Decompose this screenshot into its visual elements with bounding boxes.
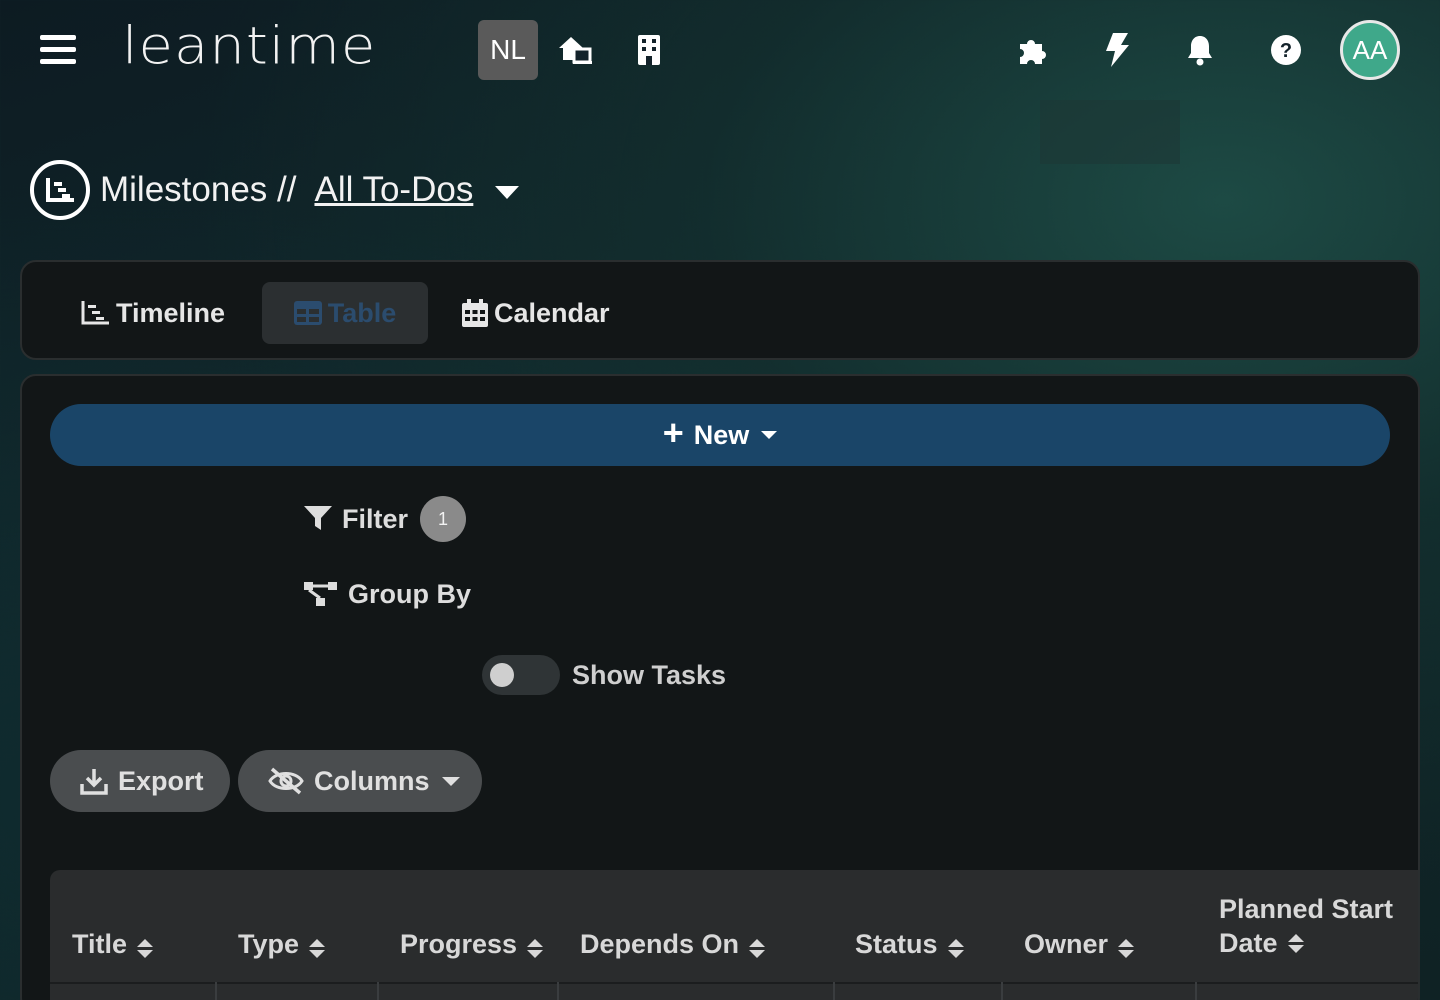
show-tasks-label: Show Tasks: [572, 659, 727, 690]
breadcrumb-current-view[interactable]: All To-Dos: [314, 170, 473, 210]
tab-calendar[interactable]: Calendar: [462, 282, 632, 344]
column-label: Owner: [1024, 929, 1109, 959]
column-divider: [557, 982, 559, 1000]
export-label: Export: [118, 765, 204, 796]
calendar-icon: [462, 299, 488, 327]
svg-text:?: ?: [1280, 40, 1292, 62]
column-divider: [833, 982, 835, 1000]
group-by-button[interactable]: Group By: [304, 576, 471, 612]
group-by-label: Group By: [348, 578, 472, 609]
milestones-panel: + New Filter 1 Group By Show Tasks Expor…: [20, 374, 1420, 1000]
timeline-icon: [81, 301, 109, 325]
bell-icon[interactable]: [1182, 32, 1218, 68]
column-label: Type: [238, 929, 300, 959]
top-header: leantime NL ? AA: [0, 0, 1440, 100]
column-header-title[interactable]: Title: [72, 870, 154, 982]
show-tasks-row: Show Tasks: [482, 654, 726, 696]
new-button-label: New: [693, 419, 750, 450]
sort-icon: [947, 939, 964, 958]
column-label: Progress: [400, 929, 518, 959]
tab-timeline[interactable]: Timeline: [80, 282, 240, 344]
filter-icon: [304, 506, 332, 530]
column-divider: [215, 982, 217, 1000]
column-label: Planned Start Date: [1219, 894, 1394, 958]
column-label: Depends On: [580, 929, 740, 959]
building-icon[interactable]: [631, 32, 667, 68]
tab-table[interactable]: Table: [262, 282, 428, 344]
tab-label: Table: [327, 297, 397, 328]
sort-icon: [309, 939, 326, 958]
app-logo[interactable]: leantime: [122, 17, 376, 77]
milestones-table: Title Type Progress Depends On Status Ow…: [50, 870, 1418, 1000]
tab-label: Timeline: [116, 297, 226, 328]
chevron-down-icon: [441, 776, 460, 786]
column-divider: [1001, 982, 1003, 1000]
new-button[interactable]: + New: [50, 404, 1390, 466]
column-header-status[interactable]: Status: [855, 870, 964, 982]
column-label: Status: [855, 929, 938, 959]
sort-icon: [527, 939, 544, 958]
bolt-icon[interactable]: [1099, 32, 1135, 68]
user-avatar[interactable]: AA: [1340, 20, 1400, 80]
column-divider: [1195, 982, 1197, 1000]
plus-icon: +: [662, 412, 684, 453]
breadcrumb: Milestones // All To-Dos: [30, 160, 520, 220]
export-button[interactable]: Export: [50, 750, 230, 812]
puzzle-icon[interactable]: [1014, 32, 1050, 68]
filter-label: Filter: [342, 503, 409, 534]
columns-label: Columns: [314, 765, 430, 796]
menu-icon[interactable]: [40, 35, 76, 65]
sort-icon: [749, 939, 766, 958]
sort-icon: [137, 939, 154, 958]
column-header-progress[interactable]: Progress: [400, 870, 544, 982]
columns-button[interactable]: Columns: [238, 750, 482, 812]
show-tasks-toggle[interactable]: [482, 655, 560, 695]
column-divider: [377, 982, 379, 1000]
breadcrumb-section: Milestones //: [100, 170, 297, 209]
filter-button[interactable]: Filter 1: [304, 496, 467, 542]
column-header-owner[interactable]: Owner: [1024, 870, 1135, 982]
column-label: Title: [72, 929, 128, 959]
tab-label: Calendar: [494, 297, 610, 328]
column-header-depends-on[interactable]: Depends On: [580, 870, 766, 982]
table-icon: [293, 301, 322, 325]
sort-icon: [1118, 939, 1135, 958]
help-icon[interactable]: ?: [1268, 32, 1304, 68]
home-switch-icon[interactable]: [557, 32, 593, 68]
eye-slash-icon: [268, 767, 304, 795]
sitemap-icon: [304, 582, 337, 606]
workspace-badge[interactable]: NL: [478, 20, 538, 80]
filter-count-badge: 1: [420, 496, 467, 542]
chevron-down-icon[interactable]: [495, 185, 520, 199]
column-header-planned-start-date[interactable]: Planned Start Date: [1219, 870, 1399, 982]
sort-icon: [1287, 934, 1304, 954]
timeline-icon: [30, 160, 90, 220]
header-divider: [50, 982, 1418, 984]
column-header-type[interactable]: Type: [238, 870, 326, 982]
view-tabs: Timeline Table Calendar: [20, 260, 1420, 360]
download-icon: [80, 769, 108, 795]
background-shape: [1040, 100, 1180, 164]
chevron-down-icon: [761, 431, 778, 439]
